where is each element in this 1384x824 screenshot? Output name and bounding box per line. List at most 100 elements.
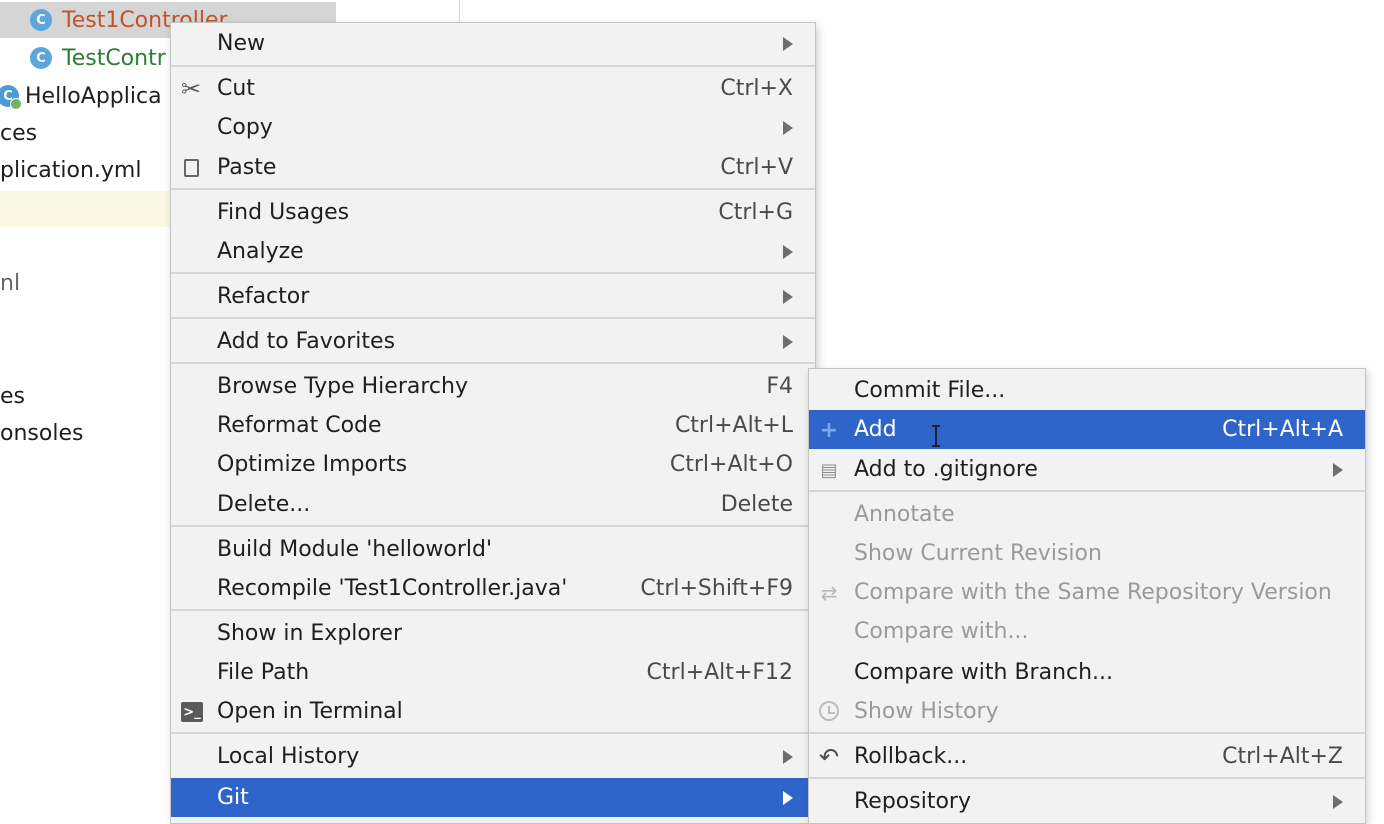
menu-item-paste[interactable]: Paste Ctrl+V xyxy=(171,148,815,187)
menu-item-label: Analyze xyxy=(217,239,304,264)
menu-item-compare-same-repo-version[interactable]: ⇄ Compare with the Same Repository Versi… xyxy=(809,573,1365,612)
menu-separator xyxy=(171,362,815,364)
menu-item-label: Paste xyxy=(217,155,277,180)
class-icon: C xyxy=(30,9,52,31)
menu-item-label: Annotate xyxy=(854,502,955,527)
menu-item-label: Open in Terminal xyxy=(217,699,403,724)
tree-item-label: TestContr xyxy=(62,45,166,71)
tree-item-external-libraries[interactable]: es xyxy=(0,378,25,414)
menu-item-add[interactable]: + Add Ctrl+Alt+A xyxy=(809,410,1365,449)
menu-item-show-current-revision[interactable]: Show Current Revision xyxy=(809,534,1365,573)
menu-item-git[interactable]: Git xyxy=(171,778,815,817)
menu-item-cut[interactable]: ✂ Cut Ctrl+X xyxy=(171,69,815,108)
menu-item-label: Commit File... xyxy=(854,378,1006,403)
menu-item-shortcut: Ctrl+Alt+F12 xyxy=(646,660,793,685)
menu-item-label: Find Usages xyxy=(217,200,350,225)
menu-separator xyxy=(171,272,815,274)
menu-item-reformat-code[interactable]: Reformat Code Ctrl+Alt+L xyxy=(171,406,815,445)
plus-icon: + xyxy=(819,417,839,443)
rollback-icon: ↶ xyxy=(818,743,840,771)
tree-item-testcontroller[interactable]: C TestContr xyxy=(30,40,166,76)
menu-item-label: Optimize Imports xyxy=(217,452,408,477)
menu-item-optimize-imports[interactable]: Optimize Imports Ctrl+Alt+O xyxy=(171,445,815,484)
menu-item-shortcut: Ctrl+G xyxy=(718,200,793,225)
menu-item-repository[interactable]: Repository xyxy=(809,782,1365,821)
context-menu: New ✂ Cut Ctrl+X Copy Paste Ctrl+V Find … xyxy=(170,22,816,824)
menu-item-shortcut: Ctrl+Shift+F9 xyxy=(640,576,793,601)
menu-item-show-history[interactable]: Show History xyxy=(809,692,1365,731)
menu-separator xyxy=(171,732,815,734)
menu-item-add-to-gitignore[interactable]: ▤ Add to .gitignore xyxy=(809,450,1365,489)
menu-item-compare-with-branch[interactable]: Compare with Branch... xyxy=(809,653,1365,692)
submenu-arrow-icon xyxy=(783,120,793,135)
menu-item-shortcut: Ctrl+Alt+Z xyxy=(1222,744,1343,769)
menu-item-label: Build Module 'helloworld' xyxy=(217,537,493,562)
tree-item-pom[interactable]: nl xyxy=(0,265,20,301)
menu-item-shortcut: Delete xyxy=(720,492,793,517)
tree-item-label: es xyxy=(0,383,25,409)
menu-item-compare-with[interactable]: Compare with... xyxy=(809,612,1365,651)
menu-item-refactor[interactable]: Refactor xyxy=(171,277,815,316)
menu-item-copy[interactable]: Copy xyxy=(171,108,815,147)
clock-icon xyxy=(819,701,839,721)
menu-item-label: Compare with Branch... xyxy=(854,660,1114,685)
menu-item-shortcut: Ctrl+Alt+A xyxy=(1222,417,1343,442)
menu-item-analyze[interactable]: Analyze xyxy=(171,232,815,271)
menu-separator xyxy=(809,732,1365,734)
submenu-arrow-icon xyxy=(783,36,793,51)
menu-item-label: Compare with the Same Repository Version xyxy=(854,580,1332,605)
submenu-arrow-icon xyxy=(783,334,793,349)
menu-item-label: Add to .gitignore xyxy=(854,457,1038,482)
menu-item-build-module[interactable]: Build Module 'helloworld' xyxy=(171,530,815,569)
gitignore-icon: ▤ xyxy=(820,459,838,481)
menu-item-label: Compare with... xyxy=(854,619,1029,644)
menu-item-label: New xyxy=(217,31,265,56)
menu-item-file-path[interactable]: File Path Ctrl+Alt+F12 xyxy=(171,653,815,692)
menu-separator xyxy=(809,490,1365,492)
menu-item-local-history[interactable]: Local History xyxy=(171,737,815,776)
menu-item-label: Add xyxy=(854,417,897,442)
menu-item-delete[interactable]: Delete... Delete xyxy=(171,485,815,524)
submenu-arrow-icon xyxy=(1333,794,1343,809)
tree-item-resources[interactable]: ces xyxy=(0,115,37,151)
tree-divider xyxy=(459,0,460,24)
menu-item-recompile[interactable]: Recompile 'Test1Controller.java' Ctrl+Sh… xyxy=(171,569,815,608)
menu-item-shortcut: Ctrl+Alt+L xyxy=(674,413,793,438)
scissors-icon: ✂ xyxy=(180,75,202,103)
menu-item-label: File Path xyxy=(217,660,310,685)
menu-item-label: Cut xyxy=(217,76,255,101)
menu-item-show-in-explorer[interactable]: Show in Explorer xyxy=(171,614,815,653)
menu-item-commit-file[interactable]: Commit File... xyxy=(809,371,1365,410)
class-icon: C xyxy=(30,47,52,69)
menu-item-label: Recompile 'Test1Controller.java' xyxy=(217,576,568,601)
tree-item-label: plication.yml xyxy=(0,157,142,183)
menu-item-label: Repository xyxy=(854,789,971,814)
tree-item-label: nl xyxy=(0,270,21,296)
menu-item-shortcut: Ctrl+Alt+O xyxy=(669,452,793,477)
tree-item-current-line[interactable] xyxy=(0,191,170,227)
menu-item-annotate[interactable]: Annotate xyxy=(809,495,1365,534)
text-cursor-icon xyxy=(932,425,940,447)
tree-item-label: ces xyxy=(0,120,38,146)
tree-item-scratches-consoles[interactable]: onsoles xyxy=(0,415,83,451)
menu-item-find-usages[interactable]: Find Usages Ctrl+G xyxy=(171,193,815,232)
menu-item-label: Add to Favorites xyxy=(217,329,396,354)
tree-item-application-yml[interactable]: plication.yml xyxy=(0,152,141,188)
menu-item-label: Show Current Revision xyxy=(854,541,1102,566)
menu-item-browse-type-hierarchy[interactable]: Browse Type Hierarchy F4 xyxy=(171,367,815,406)
menu-item-label: Browse Type Hierarchy xyxy=(217,374,468,399)
menu-item-label: Show History xyxy=(854,699,999,724)
menu-item-new[interactable]: New xyxy=(171,24,815,63)
menu-item-label: Local History xyxy=(217,744,360,769)
menu-item-rollback[interactable]: ↶ Rollback... Ctrl+Alt+Z xyxy=(809,737,1365,776)
menu-separator xyxy=(809,777,1365,779)
tree-item-helloapplication[interactable]: C HelloApplica xyxy=(0,78,162,114)
menu-item-label: Refactor xyxy=(217,284,310,309)
menu-item-add-to-favorites[interactable]: Add to Favorites xyxy=(171,322,815,361)
spring-class-icon: C xyxy=(0,85,22,110)
menu-item-open-in-terminal[interactable]: >_ Open in Terminal xyxy=(171,692,815,731)
menu-item-label: Git xyxy=(217,785,249,810)
git-submenu: Commit File... + Add Ctrl+Alt+A ▤ Add to… xyxy=(808,368,1366,824)
menu-item-label: Reformat Code xyxy=(217,413,382,438)
compare-icon: ⇄ xyxy=(820,581,838,605)
